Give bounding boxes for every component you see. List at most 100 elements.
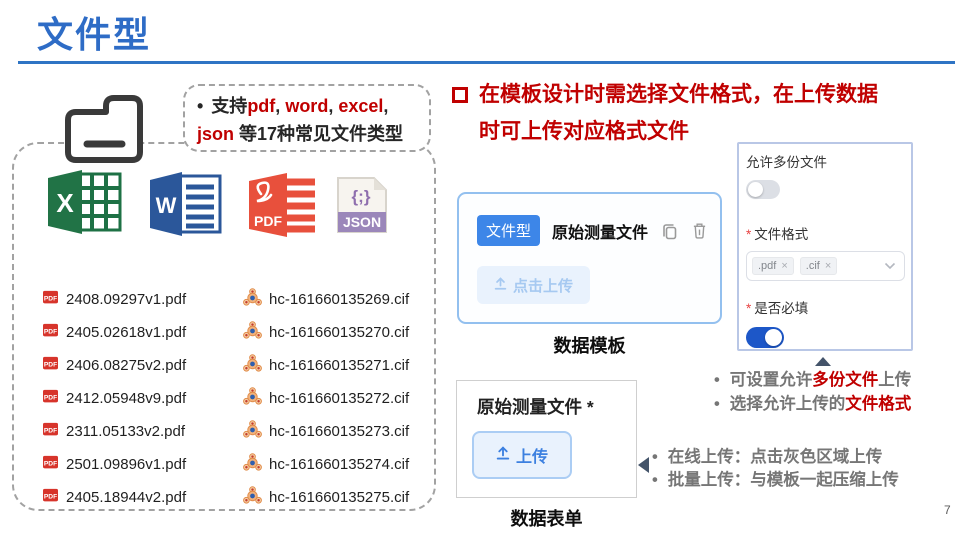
upload-note-2: •批量上传：与模板一起压缩上传 <box>652 469 899 492</box>
cif-molecule-icon <box>243 486 262 509</box>
svg-text:PDF: PDF <box>44 460 57 467</box>
bullet-glyph: • <box>652 446 658 469</box>
feature-note-1: •可设置允许多份文件上传 <box>714 368 911 392</box>
pdf-icon: PDF <box>241 170 319 245</box>
close-icon[interactable]: × <box>825 260 831 272</box>
format-tag-pdf[interactable]: .pdf× <box>752 257 794 275</box>
svg-text:PDF: PDF <box>44 493 57 500</box>
cif-file-name: hc-161660135275.cif <box>269 489 409 506</box>
bullet-glyph: • <box>714 392 720 416</box>
multi-file-label: 允许多份文件 <box>746 151 905 171</box>
pdf-file-name: 2408.09297v1.pdf <box>66 291 186 308</box>
supported-formats-callout: •支持pdf, word, excel, json 等17种常见文件类型 <box>183 84 431 152</box>
file-format-select[interactable]: .pdf× .cif× <box>746 251 905 281</box>
page-number: 7 <box>944 503 951 517</box>
data-form-caption: 数据表单 <box>456 505 637 531</box>
file-row: PDF 2412.05948v9.pdf hc-161660135272.cif <box>42 382 409 415</box>
slide: 文件型 •支持pdf, word, excel, json 等17种常见文件类型… <box>0 0 971 546</box>
pdf-file-item: PDF 2311.05133v2.pdf <box>42 422 243 441</box>
pdf-file-icon: PDF <box>42 422 59 441</box>
pdf-file-icon: PDF <box>42 323 59 342</box>
required-toggle[interactable] <box>746 327 784 348</box>
cif-file-name: hc-161660135274.cif <box>269 456 409 473</box>
callout-line-1: •支持pdf, word, excel, <box>197 92 421 120</box>
svg-text:PDF: PDF <box>254 213 282 229</box>
folder-icon <box>56 82 152 183</box>
file-list: PDF 2408.09297v1.pdf hc-161660135269.cif <box>42 283 409 514</box>
pdf-file-item: PDF 2405.02618v1.pdf <box>42 323 243 342</box>
upload-note-1: •在线上传：点击灰色区域上传 <box>652 446 899 469</box>
upload-icon <box>494 277 507 294</box>
pdf-file-item: PDF 2412.05948v9.pdf <box>42 389 243 408</box>
field-type-badge[interactable]: 文件型 <box>477 215 540 246</box>
pdf-file-item: PDF 2405.18944v2.pdf <box>42 488 243 507</box>
file-row: PDF 2405.18944v2.pdf hc-161660135275.cif <box>42 481 409 514</box>
word-icon: W <box>148 170 222 243</box>
cif-file-item: hc-161660135273.cif <box>243 420 409 443</box>
feature-notes: •可设置允许多份文件上传 •选择允许上传的文件格式 <box>714 368 911 416</box>
required-star: * <box>746 301 751 316</box>
page-title: 文件型 <box>37 6 151 58</box>
cif-file-name: hc-161660135271.cif <box>269 357 409 374</box>
file-row: PDF 2311.05133v2.pdf hc-161660135273.cif <box>42 415 409 448</box>
cif-molecule-icon <box>243 420 262 443</box>
svg-text:X: X <box>56 188 74 218</box>
cif-file-name: hc-161660135270.cif <box>269 324 409 341</box>
svg-text:PDF: PDF <box>44 394 57 401</box>
svg-text:PDF: PDF <box>44 427 57 434</box>
cif-file-name: hc-161660135269.cif <box>269 291 409 308</box>
pdf-file-item: PDF 2408.09297v1.pdf <box>42 290 243 309</box>
title-underline <box>18 61 955 64</box>
form-field-label: 原始测量文件 * <box>477 394 594 419</box>
pdf-file-name: 2412.05948v9.pdf <box>66 390 186 407</box>
upload-icon <box>496 446 510 465</box>
copy-icon[interactable] <box>661 222 679 240</box>
feature-note-2: •选择允许上传的文件格式 <box>714 392 911 416</box>
pdf-file-item: PDF 2501.09896v1.pdf <box>42 455 243 474</box>
upload-button[interactable]: 上传 <box>472 431 572 479</box>
bullet-glyph: • <box>197 96 203 116</box>
pdf-file-icon: PDF <box>42 290 59 309</box>
format-tag-cif[interactable]: .cif× <box>800 257 838 275</box>
cif-file-item: hc-161660135269.cif <box>243 288 409 311</box>
cif-file-item: hc-161660135272.cif <box>243 387 409 410</box>
callout-line-2: json 等17种常见文件类型 <box>197 120 421 148</box>
cif-file-name: hc-161660135273.cif <box>269 423 409 440</box>
file-row: PDF 2408.09297v1.pdf hc-161660135269.cif <box>42 283 409 316</box>
file-row: PDF 2405.02618v1.pdf hc-161660135270.cif <box>42 316 409 349</box>
cif-molecule-icon <box>243 453 262 476</box>
template-field-label: 原始测量文件 <box>552 219 648 243</box>
svg-text:JSON: JSON <box>343 214 381 230</box>
chevron-down-icon[interactable] <box>884 262 896 270</box>
cif-file-item: hc-161660135275.cif <box>243 486 409 509</box>
click-upload-button[interactable]: 点击上传 <box>477 266 590 304</box>
cif-molecule-icon <box>243 288 262 311</box>
pdf-file-name: 2501.09896v1.pdf <box>66 456 186 473</box>
pdf-file-name: 2405.02618v1.pdf <box>66 324 186 341</box>
svg-text:{;}: {;} <box>352 187 371 206</box>
bullet-glyph: • <box>652 469 658 492</box>
caret-up-icon <box>815 357 831 366</box>
cif-file-item: hc-161660135271.cif <box>243 354 409 377</box>
svg-text:PDF: PDF <box>44 328 57 335</box>
data-template-caption: 数据模板 <box>457 332 722 358</box>
cif-file-item: hc-161660135274.cif <box>243 453 409 476</box>
pdf-file-name: 2406.08275v2.pdf <box>66 357 186 374</box>
file-row: PDF 2501.09896v1.pdf hc-161660135274.cif <box>42 448 409 481</box>
trash-icon[interactable] <box>692 222 707 239</box>
svg-text:PDF: PDF <box>44 361 57 368</box>
data-template-panel: 文件型 原始测量文件 点击上传 <box>457 192 722 324</box>
cif-molecule-icon <box>243 354 262 377</box>
square-bullet-icon <box>452 87 468 103</box>
field-settings-panel: 允许多份文件 *文件格式 .pdf× .cif× *是否必填 <box>737 142 913 351</box>
pdf-file-icon: PDF <box>42 356 59 375</box>
data-form-panel: 原始测量文件 * 上传 <box>456 380 637 498</box>
section-heading: 在模板设计时需选择文件格式，在上传数据 时可上传对应格式文件 <box>452 76 878 150</box>
heading-line-2: 时可上传对应格式文件 <box>479 113 878 150</box>
pdf-file-icon: PDF <box>42 488 59 507</box>
multi-file-toggle[interactable] <box>746 180 780 199</box>
cif-molecule-icon <box>243 387 262 410</box>
pdf-file-name: 2311.05133v2.pdf <box>66 423 185 440</box>
close-icon[interactable]: × <box>781 260 787 272</box>
json-icon: {;} JSON <box>334 174 390 241</box>
